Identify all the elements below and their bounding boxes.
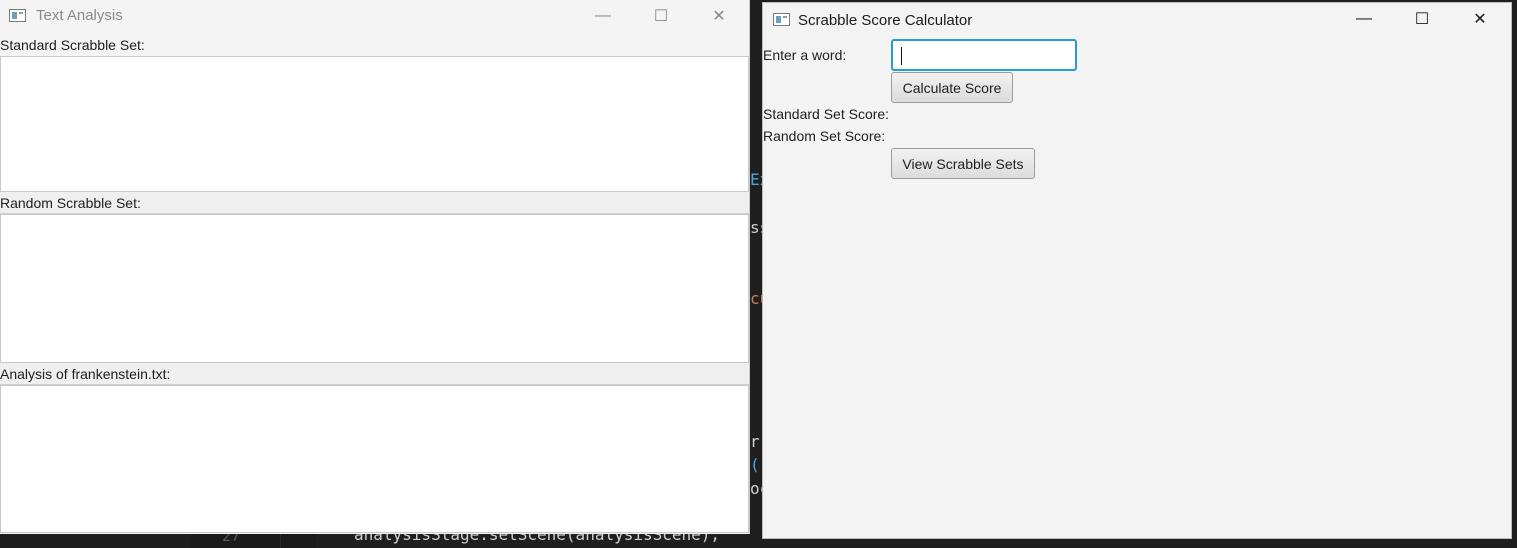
maximize-icon[interactable]: ☐	[1393, 3, 1451, 35]
code-fragment: r	[750, 432, 760, 451]
text-caret	[901, 47, 902, 65]
standard-score-label: Standard Set Score:	[763, 106, 890, 122]
title-bar[interactable]: Text Analysis — ☐ ✕	[0, 0, 749, 32]
analysis-label: Analysis of frankenstein.txt:	[0, 366, 171, 382]
random-set-textarea[interactable]	[0, 214, 749, 363]
analysis-textarea[interactable]	[0, 385, 749, 533]
minimize-icon[interactable]: —	[1335, 3, 1393, 35]
close-icon[interactable]: ✕	[1451, 3, 1509, 35]
window-title: Text Analysis	[36, 7, 123, 24]
word-label: Enter a word:	[763, 47, 847, 63]
scrabble-calculator-window: Scrabble Score Calculator — ☐ ✕ Enter a …	[762, 2, 1512, 539]
close-icon[interactable]: ✕	[690, 0, 748, 32]
app-icon	[773, 13, 790, 26]
random-set-label: Random Scrabble Set:	[0, 195, 141, 211]
random-score-label: Random Set Score:	[763, 128, 886, 144]
window-title: Scrabble Score Calculator	[798, 12, 973, 29]
app-icon	[9, 9, 26, 22]
word-input[interactable]	[891, 39, 1077, 71]
minimize-icon[interactable]: —	[574, 0, 632, 32]
text-analysis-window: Text Analysis — ☐ ✕ Standard Scrabble Se…	[0, 0, 750, 534]
standard-set-label: Standard Scrabble Set:	[0, 37, 145, 53]
title-bar[interactable]: Scrabble Score Calculator — ☐ ✕	[763, 3, 1511, 35]
calculate-score-button[interactable]: Calculate Score	[891, 72, 1013, 103]
maximize-icon[interactable]: ☐	[632, 0, 690, 32]
standard-set-textarea[interactable]	[0, 56, 749, 192]
view-scrabble-sets-button[interactable]: View Scrabble Sets	[891, 148, 1035, 179]
